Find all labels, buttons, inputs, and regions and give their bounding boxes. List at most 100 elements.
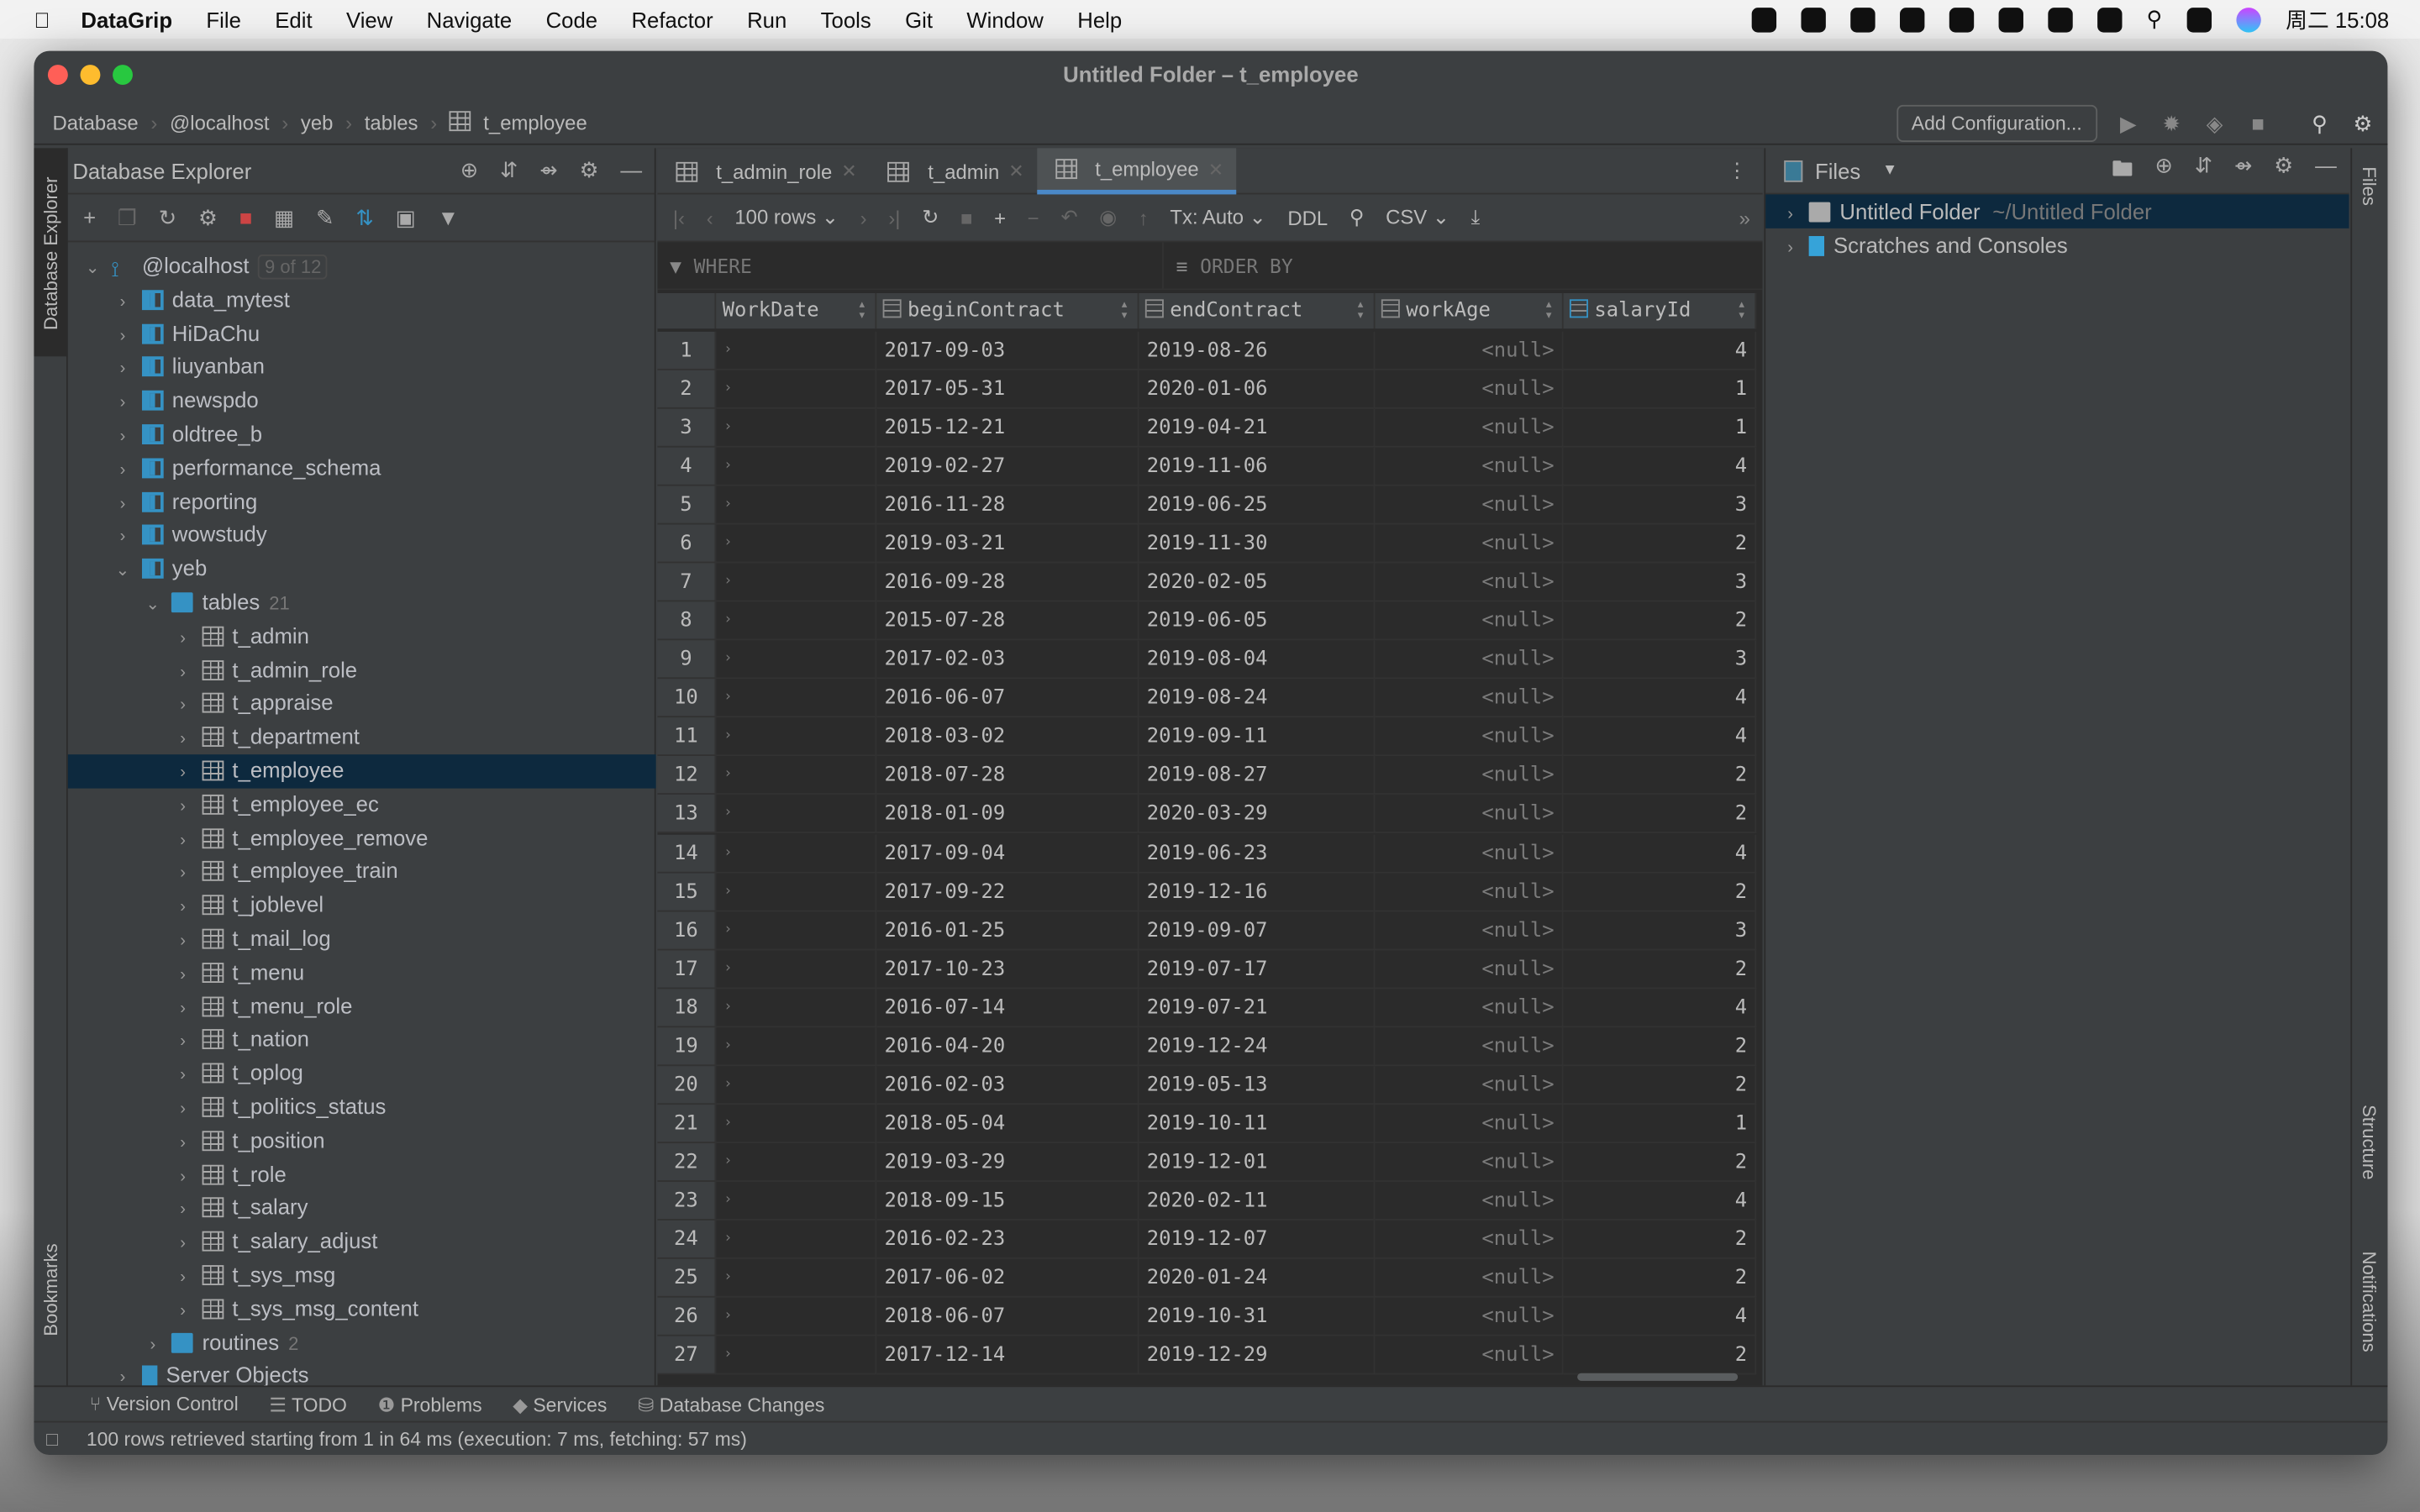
breadcrumb-item[interactable]: t_employee [483,111,587,134]
next-page-icon[interactable]: › [860,206,867,229]
chevron-right-icon[interactable]: › [1778,197,1802,231]
row-number[interactable]: 15 [657,872,717,911]
workdate-cell[interactable]: › [716,370,877,409]
work-age-cell[interactable]: <null> [1375,795,1564,834]
row-number[interactable]: 8 [657,601,717,641]
menu-app-name[interactable]: DataGrip [81,7,172,31]
work-age-cell[interactable]: <null> [1375,756,1564,795]
workdate-cell[interactable]: › [716,524,877,564]
last-page-icon[interactable]: ›| [888,206,900,229]
tree-item-yeb[interactable]: ⌄ yeb [68,553,656,586]
salary-id-cell[interactable]: 2 [1563,1220,1757,1259]
tree-item-t-joblevel[interactable]: › t_joblevel [68,889,656,922]
salary-id-cell[interactable]: 3 [1563,563,1757,602]
chevron-right-icon[interactable]: › [171,1094,195,1127]
chevron-right-icon[interactable]: › [171,892,195,926]
menu-edit[interactable]: Edit [275,7,312,31]
begin-contract-cell[interactable]: 2017-02-03 [876,640,1139,680]
end-contract-cell[interactable]: 2019-04-21 [1139,408,1376,448]
chevron-right-icon[interactable]: › [110,454,134,488]
begin-contract-cell[interactable]: 2015-07-28 [876,601,1139,641]
sort-icon[interactable]: ▲▼ [1119,299,1130,321]
begin-contract-cell[interactable]: 2016-11-28 [876,486,1139,525]
salary-id-cell[interactable]: 2 [1563,949,1757,989]
work-age-cell[interactable]: <null> [1375,1142,1564,1182]
salary-id-cell[interactable]: 2 [1563,601,1757,641]
prev-page-icon[interactable]: ‹ [707,206,713,229]
row-number[interactable]: 12 [657,756,717,795]
workdate-cell[interactable]: › [716,1181,877,1221]
chevron-right-icon[interactable]: › [171,1228,195,1262]
row-number[interactable]: 5 [657,486,717,525]
tree-item-t-role[interactable]: › t_role [68,1158,656,1192]
status-panel-icon[interactable]: □ [46,1422,58,1455]
work-age-cell[interactable]: <null> [1375,1181,1564,1221]
salary-id-cell[interactable]: 4 [1563,1181,1757,1221]
salary-id-cell[interactable]: 1 [1563,1104,1757,1143]
salary-id-cell[interactable]: 3 [1563,911,1757,950]
work-age-cell[interactable]: <null> [1375,717,1564,757]
chevron-right-icon[interactable]: › [171,1262,195,1295]
end-contract-cell[interactable]: 2020-01-06 [1139,370,1376,409]
row-number[interactable]: 17 [657,949,717,989]
salary-id-cell[interactable]: 4 [1563,331,1757,370]
salary-id-cell[interactable]: 4 [1563,679,1757,718]
workdate-cell[interactable]: › [716,408,877,448]
export-format-dropdown[interactable]: CSV ⌄ [1386,205,1449,229]
salary-id-cell[interactable]: 4 [1563,717,1757,757]
row-number[interactable]: 6 [657,524,717,564]
row-number[interactable]: 21 [657,1104,717,1143]
chevron-right-icon[interactable]: › [110,286,134,320]
work-age-cell[interactable]: <null> [1375,601,1564,641]
filter-icon[interactable]: ▼ [438,205,459,229]
column-header-begincontract[interactable]: beginContract ▲▼ [876,292,1139,329]
workdate-cell[interactable]: › [716,795,877,834]
begin-contract-cell[interactable]: 2017-09-22 [876,872,1139,911]
chevron-right-icon[interactable]: › [171,1194,195,1228]
tree-item-t-mail-log[interactable]: › t_mail_log [68,922,656,956]
begin-contract-cell[interactable]: 2018-09-15 [876,1181,1139,1221]
salary-id-cell[interactable]: 1 [1563,408,1757,448]
files-item-untitled-folder[interactable]: › Untitled Folder ~/Untitled Folder [1765,194,2349,228]
end-contract-cell[interactable]: 2019-12-24 [1139,1026,1376,1066]
chevron-right-icon[interactable]: › [171,690,195,724]
end-contract-cell[interactable]: 2019-11-06 [1139,447,1376,486]
salary-id-cell[interactable]: 3 [1563,640,1757,680]
workdate-cell[interactable]: › [716,679,877,718]
chevron-right-icon[interactable]: › [171,791,195,825]
bookmarks-stripe-button[interactable]: Bookmarks [40,1243,62,1336]
chevron-right-icon[interactable]: › [171,825,195,858]
collapse-all-icon[interactable]: ⇴ [539,157,558,183]
tree-item-tables[interactable]: ⌄ tables 21 [68,586,656,620]
chevron-right-icon[interactable]: › [171,1295,195,1329]
submit-icon[interactable]: ↑ [1139,206,1149,229]
end-contract-cell[interactable]: 2019-12-29 [1139,1336,1376,1375]
chevron-right-icon[interactable]: › [110,522,134,556]
work-age-cell[interactable]: <null> [1375,486,1564,525]
begin-contract-cell[interactable]: 2018-06-07 [876,1297,1139,1336]
row-number[interactable]: 3 [657,408,717,448]
work-age-cell[interactable]: <null> [1375,640,1564,680]
link-icon[interactable] [2047,7,2073,32]
tree-item-reporting[interactable]: › reporting [68,486,656,519]
work-age-cell[interactable]: <null> [1375,370,1564,409]
tree-item-t-sys-msg-content[interactable]: › t_sys_msg_content [68,1293,656,1326]
tool-window-database-changes[interactable]: ⛁ Database Changes [638,1393,824,1415]
salary-id-cell[interactable]: 4 [1563,1297,1757,1336]
chevron-right-icon[interactable]: › [171,1161,195,1194]
work-age-cell[interactable]: <null> [1375,1336,1564,1375]
hide-icon[interactable]: — [2315,152,2337,189]
chevron-right-icon[interactable]: › [171,758,195,791]
tree-item-newspdo[interactable]: › newspdo [68,385,656,418]
chevron-down-icon[interactable]: ▼ [1882,162,1897,179]
settings-icon[interactable]: ⚙ [2350,111,2375,135]
begin-contract-cell[interactable]: 2015-12-21 [876,408,1139,448]
add-row-icon[interactable]: + [994,206,1006,229]
row-number[interactable]: 14 [657,833,717,873]
tree-item-t-employee-ec[interactable]: › t_employee_ec [68,788,656,822]
table-editor-icon[interactable]: ▦ [274,204,294,230]
end-contract-cell[interactable]: 2019-09-07 [1139,911,1376,950]
row-number[interactable]: 4 [657,447,717,486]
begin-contract-cell[interactable]: 2016-04-20 [876,1026,1139,1066]
locate-icon[interactable]: ⊕ [2155,152,2174,189]
